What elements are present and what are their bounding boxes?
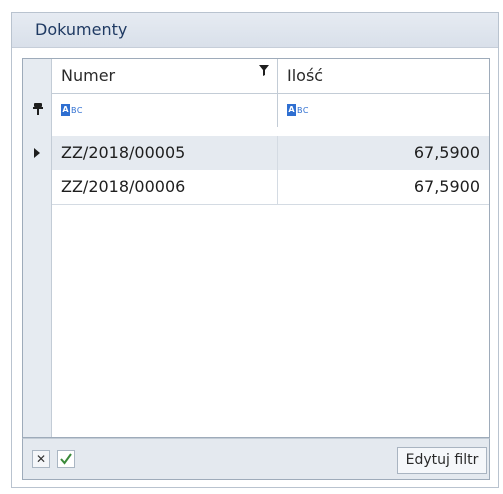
cell-text: 67,5900 — [413, 177, 480, 196]
current-row-arrow-icon — [34, 148, 40, 158]
table-row[interactable]: ZZ/2018/00005 67,5900 — [23, 136, 489, 171]
checkmark-icon — [60, 453, 72, 465]
cell-text: ZZ/2018/00005 — [61, 143, 186, 162]
column-header-label: Numer — [61, 66, 116, 85]
pin-filter-icon — [33, 103, 43, 115]
filter-cell-numer[interactable]: A BC — [52, 93, 278, 127]
edit-filter-button[interactable]: Edytuj filtr — [397, 447, 487, 474]
documents-panel: Dokumenty Numer Ilość A BC A BC ZZ/2018/… — [11, 12, 499, 488]
separator-indicator — [23, 127, 52, 136]
cell-numer[interactable]: ZZ/2018/00006 — [52, 170, 278, 204]
cell-numer[interactable]: ZZ/2018/00005 — [52, 136, 278, 170]
filter-funnel-icon[interactable] — [259, 65, 269, 76]
header-indicator-cell — [23, 59, 52, 93]
cell-text: 67,5900 — [413, 143, 480, 162]
empty-indicator-column — [23, 204, 52, 437]
row-indicator[interactable] — [23, 170, 52, 204]
close-x-icon: ✕ — [35, 452, 47, 466]
cell-ilosc[interactable]: 67,5900 — [278, 136, 489, 170]
filter-footer: ✕ Edytuj filtr — [22, 438, 490, 480]
table-row[interactable]: ZZ/2018/00006 67,5900 — [23, 170, 489, 205]
abc-text-filter-icon: A BC — [61, 104, 83, 116]
column-header-ilosc[interactable]: Ilość — [278, 59, 489, 93]
filter-indicator-cell — [23, 93, 52, 127]
column-header-label: Ilość — [287, 66, 324, 85]
filter-enabled-checkbox[interactable] — [57, 450, 75, 468]
clear-filter-button[interactable]: ✕ — [32, 450, 50, 468]
grid-filter-row: A BC A BC — [23, 93, 489, 128]
row-indicator[interactable] — [23, 136, 52, 170]
cell-ilosc[interactable]: 67,5900 — [278, 170, 489, 204]
panel-header: Dokumenty — [12, 13, 498, 48]
abc-text-filter-icon: A BC — [287, 104, 309, 116]
cell-text: ZZ/2018/00006 — [61, 177, 186, 196]
grid-header-row: Numer Ilość — [23, 59, 489, 94]
filter-cell-ilosc[interactable]: A BC — [278, 93, 489, 127]
panel-title: Dokumenty — [35, 20, 128, 39]
documents-grid[interactable]: Numer Ilość A BC A BC ZZ/2018/00005 67,5… — [22, 58, 490, 438]
column-header-numer[interactable]: Numer — [52, 59, 278, 93]
